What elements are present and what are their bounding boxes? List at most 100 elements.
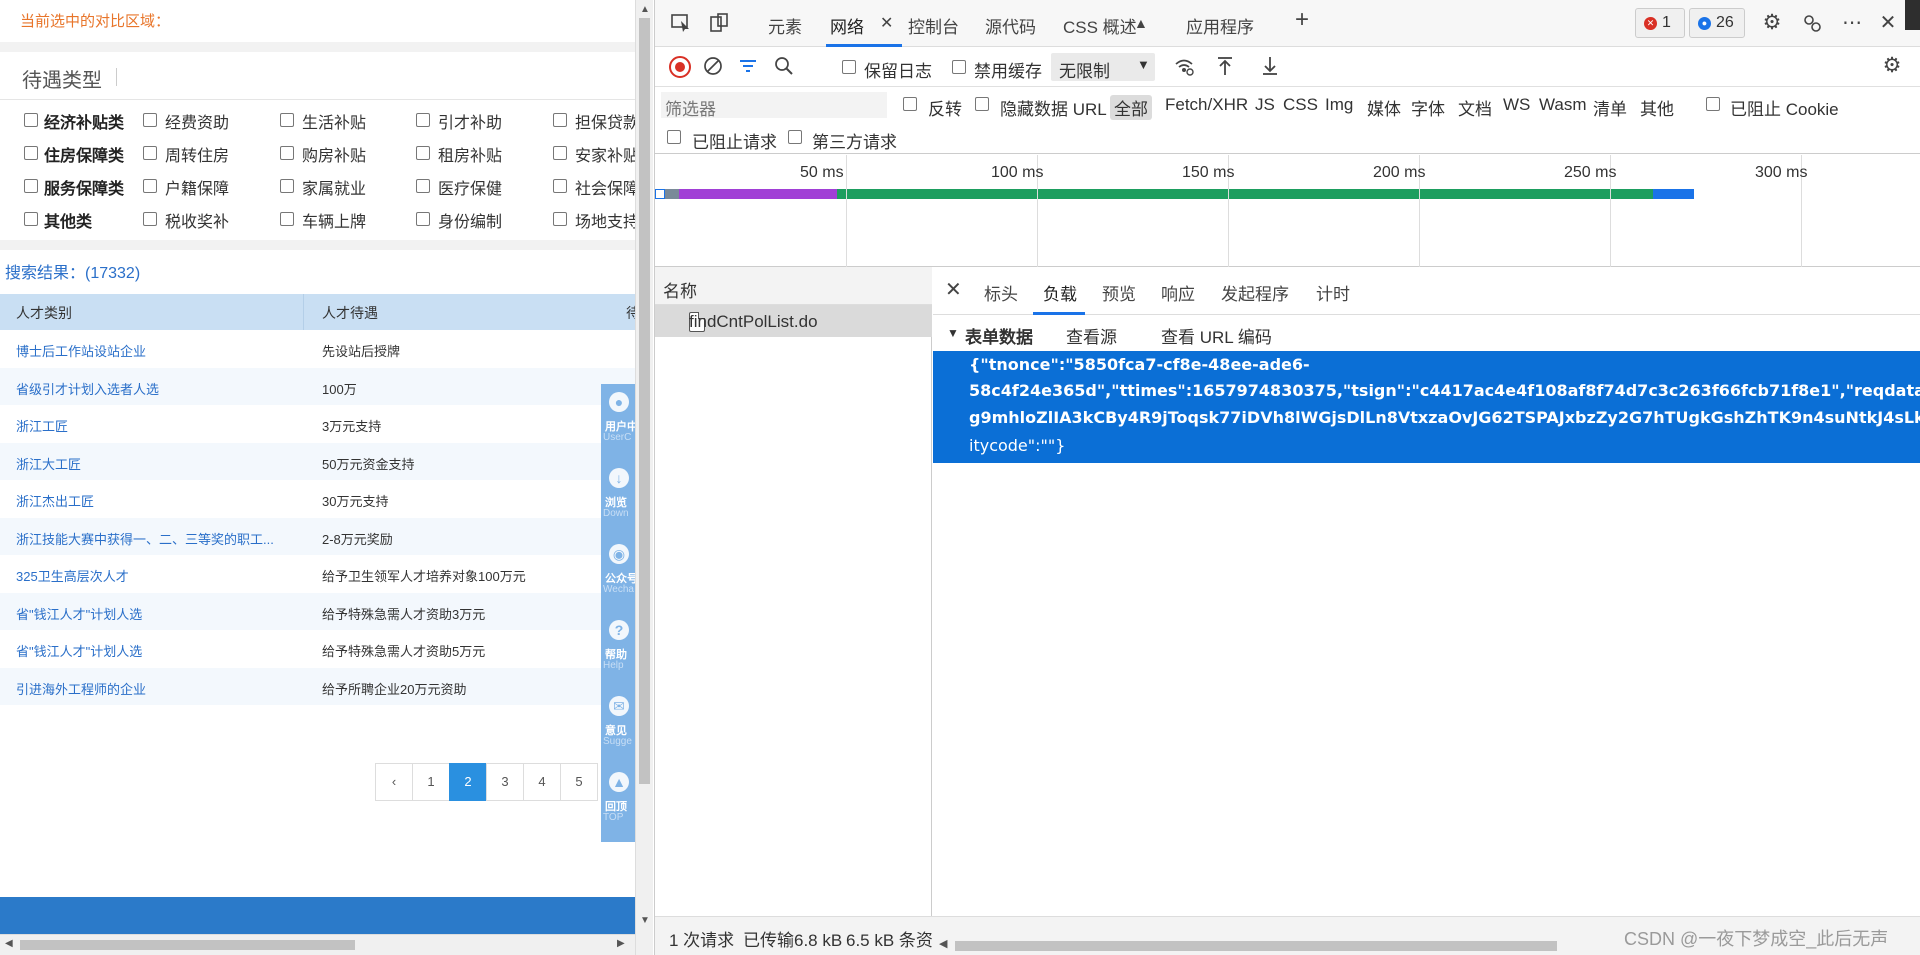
talent-category-link[interactable]: 引进海外工程师的企业	[16, 679, 146, 698]
filter-icon[interactable]	[736, 55, 760, 77]
network-conditions-icon[interactable]	[1172, 55, 1196, 77]
type-filter-7[interactable]: 文档	[1458, 95, 1492, 120]
benefit-checkbox[interactable]	[143, 113, 157, 127]
scroll-thumb[interactable]	[639, 18, 650, 784]
benefit-checkbox[interactable]	[416, 113, 430, 127]
more-options-icon[interactable]: ⋯	[1840, 12, 1864, 34]
benefit-checkbox[interactable]	[553, 179, 567, 193]
view-url-encoded-button[interactable]: 查看 URL 编码	[1161, 323, 1272, 348]
type-filter-10[interactable]: 清单	[1593, 95, 1627, 120]
type-filter-1[interactable]: Fetch/XHR	[1165, 95, 1248, 115]
type-filter-9[interactable]: Wasm	[1539, 95, 1587, 115]
request-row[interactable]: findCntPolList.do	[655, 305, 932, 337]
prev-page-button[interactable]: ‹	[375, 763, 413, 801]
benefit-checkbox[interactable]	[416, 212, 430, 226]
search-icon[interactable]	[772, 55, 796, 77]
page-button[interactable]: 2	[449, 763, 487, 801]
talent-category-link[interactable]: 省"钱江人才"计划人选	[16, 604, 142, 623]
error-badge[interactable]: ✕ 1	[1635, 8, 1685, 38]
table-row[interactable]: 引进海外工程师的企业 给予所聘企业20万元资助	[0, 667, 635, 705]
scroll-left-icon[interactable]: ◀	[939, 937, 947, 950]
inspect-element-icon[interactable]	[669, 12, 693, 34]
payload-selected-text[interactable]: {"tnonce":"5850fca7-cf8e-48ee-ade6- 58c4…	[933, 351, 1920, 463]
close-tab-icon[interactable]: ✕	[880, 13, 893, 33]
scroll-thumb[interactable]	[955, 941, 1557, 951]
float-bar-item[interactable]: ▲ 回顶 TOP	[601, 764, 635, 838]
filter-input[interactable]: 筛选器	[661, 92, 887, 119]
type-filter-3[interactable]: CSS	[1283, 95, 1318, 115]
settings-gear-icon[interactable]: ⚙	[1760, 12, 1784, 34]
table-row[interactable]: 省"钱江人才"计划人选 给予特殊急需人才资助3万元	[0, 592, 635, 630]
clear-icon[interactable]	[701, 55, 725, 77]
table-row[interactable]: 浙江杰出工匠 30万元支持	[0, 480, 635, 517]
benefit-checkbox[interactable]	[280, 113, 294, 127]
type-filter-8[interactable]: WS	[1503, 95, 1530, 115]
type-filter-0[interactable]: 全部	[1110, 95, 1152, 120]
benefit-checkbox[interactable]	[280, 146, 294, 160]
float-bar-item[interactable]: ● 用户中 UserC	[601, 384, 635, 458]
tab-headers[interactable]: 标头	[984, 280, 1018, 305]
benefit-checkbox[interactable]	[143, 179, 157, 193]
scroll-right-icon[interactable]: ▶	[617, 938, 625, 949]
benefit-checkbox[interactable]	[280, 212, 294, 226]
type-filter-2[interactable]: JS	[1255, 95, 1275, 115]
view-source-button[interactable]: 查看源	[1066, 323, 1117, 348]
record-stop-icon[interactable]	[669, 56, 691, 78]
benefit-checkbox[interactable]	[416, 179, 430, 193]
disable-cache-checkbox[interactable]	[952, 60, 966, 74]
network-settings-gear-icon[interactable]: ⚙	[1880, 55, 1904, 77]
type-filter-5[interactable]: 媒体	[1367, 95, 1401, 120]
benefit-checkbox[interactable]	[416, 146, 430, 160]
benefit-checkbox[interactable]	[553, 113, 567, 127]
network-timeline-overview[interactable]: 50 ms 100 ms 150 ms 200 ms 250 ms 300 ms	[655, 155, 1920, 267]
customize-icon[interactable]	[1800, 12, 1824, 34]
type-filter-6[interactable]: 字体	[1411, 95, 1445, 120]
table-row[interactable]: 浙江技能大赛中获得一、二、三等奖的职工... 2-8万元奖励	[0, 517, 635, 555]
form-data-section-header[interactable]: ▼ 表单数据 查看源 查看 URL 编码	[933, 315, 1920, 351]
table-row[interactable]: 浙江大工匠 50万元资金支持	[0, 442, 635, 480]
benefit-checkbox[interactable]	[553, 146, 567, 160]
benefit-checkbox[interactable]	[553, 212, 567, 226]
import-har-icon[interactable]	[1213, 55, 1237, 77]
tab-css-overview[interactable]: CSS 概述	[1063, 13, 1137, 38]
tab-preview[interactable]: 预览	[1102, 280, 1136, 305]
tab-initiator[interactable]: 发起程序	[1221, 280, 1289, 305]
tab-network[interactable]: 网络	[830, 13, 864, 38]
page-button[interactable]: 3	[486, 763, 524, 801]
table-row[interactable]: 325卫生高层次人才 给予卫生领军人才培养对象100万元	[0, 555, 635, 592]
page-vertical-scrollbar[interactable]: ▲ ▼	[635, 0, 653, 955]
talent-category-link[interactable]: 浙江杰出工匠	[16, 491, 94, 510]
hide-data-urls-checkbox[interactable]	[975, 97, 989, 111]
tab-console[interactable]: 控制台	[908, 13, 959, 38]
talent-category-link[interactable]: 博士后工作站设站企业	[16, 341, 146, 360]
float-bar-item[interactable]: ✉ 意见 Sugge	[601, 688, 635, 762]
scroll-up-icon[interactable]: ▲	[640, 4, 650, 15]
tab-elements[interactable]: 元素	[768, 13, 802, 38]
throttling-select[interactable]: 无限制 ▼	[1051, 53, 1155, 81]
export-har-icon[interactable]	[1258, 55, 1282, 77]
close-devtools-icon[interactable]: ✕	[1876, 12, 1900, 34]
tab-application[interactable]: 应用程序	[1186, 13, 1254, 38]
talent-category-link[interactable]: 浙江技能大赛中获得一、二、三等奖的职工...	[16, 529, 274, 548]
float-bar-item[interactable]: ↓ 浏览 Down	[601, 460, 635, 534]
name-column-header[interactable]: 名称	[663, 277, 697, 302]
blocked-requests-checkbox[interactable]	[667, 130, 681, 144]
third-party-checkbox[interactable]	[788, 130, 802, 144]
scroll-down-icon[interactable]: ▼	[640, 915, 650, 926]
page-button[interactable]: 5	[560, 763, 598, 801]
talent-category-link[interactable]: 浙江大工匠	[16, 454, 81, 473]
benefit-checkbox[interactable]	[143, 146, 157, 160]
message-badge[interactable]: ● 26	[1689, 8, 1745, 38]
blocked-cookies-checkbox[interactable]	[1706, 97, 1720, 111]
talent-category-link[interactable]: 省"钱江人才"计划人选	[16, 641, 142, 660]
add-tab-icon[interactable]: +	[1295, 6, 1309, 34]
table-row[interactable]: 省级引才计划入选者人选 100万	[0, 367, 635, 405]
benefit-checkbox[interactable]	[143, 212, 157, 226]
expand-triangle-icon[interactable]: ▼	[947, 326, 959, 340]
tab-sources[interactable]: 源代码	[985, 13, 1036, 38]
category-checkbox[interactable]	[24, 113, 38, 127]
device-toolbar-icon[interactable]	[707, 12, 731, 34]
table-row[interactable]: 博士后工作站设站企业 先设站后授牌	[0, 330, 635, 367]
invert-checkbox[interactable]	[903, 97, 917, 111]
type-filter-4[interactable]: Img	[1325, 95, 1353, 115]
